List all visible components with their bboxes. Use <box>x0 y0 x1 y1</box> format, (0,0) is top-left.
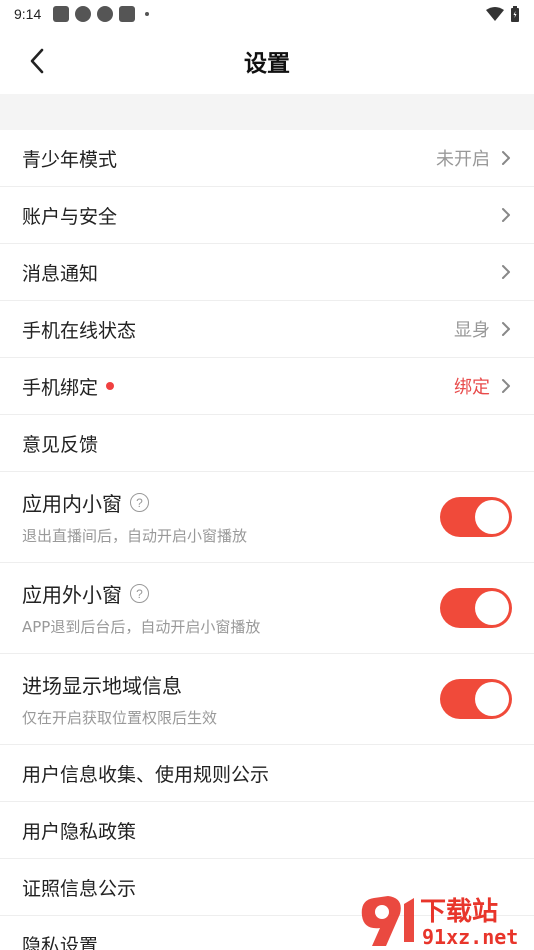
status-time: 9:14 <box>14 6 42 22</box>
setting-title-wrap: 应用内小窗 ? <box>22 488 440 517</box>
setting-row-notifications[interactable]: 消息通知 <box>0 244 534 301</box>
page-title: 设置 <box>244 51 290 77</box>
status-left: 9:14 <box>14 6 150 22</box>
setting-row-online-status[interactable]: 手机在线状态 显身 <box>0 301 534 358</box>
chevron-right-icon <box>500 320 512 338</box>
setting-title-wrap: 进场显示地域信息 <box>22 670 440 699</box>
setting-label: 账户与安全 <box>22 205 118 228</box>
setting-label-wrap: 手机绑定 <box>22 373 454 400</box>
setting-row-phone-binding[interactable]: 手机绑定 绑定 <box>0 358 534 415</box>
setting-label: 手机在线状态 <box>22 319 137 342</box>
setting-label: 用户隐私政策 <box>22 820 137 843</box>
setting-title: 应用外小窗 <box>22 583 122 607</box>
help-icon[interactable]: ? <box>130 584 149 603</box>
more-notifications-icon <box>145 12 150 16</box>
setting-row-show-region: 进场显示地域信息 仅在开启获取位置权限后生效 <box>0 654 534 745</box>
chevron-right-icon <box>500 149 512 167</box>
setting-label: 用户信息收集、使用规则公示 <box>22 763 270 786</box>
watermark-text: 下载站 <box>420 897 498 927</box>
status-bar: 9:14 <box>0 0 534 28</box>
setting-text: 进场显示地域信息 仅在开启获取位置权限后生效 <box>22 670 440 728</box>
back-button[interactable] <box>22 46 52 76</box>
setting-label: 意见反馈 <box>22 433 99 456</box>
setting-label: 手机绑定 <box>22 376 99 399</box>
watermark-url: 91xz.net <box>422 925 518 948</box>
setting-row-in-app-pip: 应用内小窗 ? 退出直播间后，自动开启小窗播放 <box>0 472 534 563</box>
notification-icon <box>75 6 92 22</box>
setting-row-feedback[interactable]: 意见反馈 <box>0 415 534 472</box>
chevron-right-icon <box>500 206 512 224</box>
show-region-toggle[interactable] <box>440 679 512 719</box>
setting-label: 青少年模式 <box>22 148 118 171</box>
setting-row-out-app-pip: 应用外小窗 ? APP退到后台后，自动开启小窗播放 <box>0 563 534 654</box>
setting-text: 应用内小窗 ? 退出直播间后，自动开启小窗播放 <box>22 488 440 546</box>
help-icon[interactable]: ? <box>130 493 149 512</box>
in-app-pip-toggle[interactable] <box>440 497 512 537</box>
setting-description: 仅在开启获取位置权限后生效 <box>22 709 218 727</box>
status-right <box>486 6 520 22</box>
back-arrow-icon <box>30 48 44 74</box>
setting-value: 未开启 <box>436 149 490 170</box>
setting-value: 绑定 <box>454 377 490 398</box>
notification-icon <box>97 6 114 22</box>
toggle-knob <box>475 591 509 625</box>
notification-icon <box>119 6 136 22</box>
setting-row-teen-mode[interactable]: 青少年模式 未开启 <box>0 130 534 187</box>
setting-row-account-security[interactable]: 账户与安全 <box>0 187 534 244</box>
wifi-icon <box>486 7 504 21</box>
chevron-right-icon <box>500 377 512 395</box>
setting-title: 进场显示地域信息 <box>22 674 182 698</box>
toggle-knob <box>475 682 509 716</box>
section-gap <box>0 94 534 130</box>
setting-title: 应用内小窗 <box>22 492 122 516</box>
out-app-pip-toggle[interactable] <box>440 588 512 628</box>
setting-label: 消息通知 <box>22 262 99 285</box>
notification-icon <box>53 6 70 22</box>
toggle-knob <box>475 500 509 534</box>
red-dot-badge <box>106 382 115 390</box>
setting-row-privacy-policy[interactable]: 用户隐私政策 <box>0 802 534 859</box>
setting-value: 显身 <box>454 320 490 341</box>
chevron-right-icon <box>500 263 512 281</box>
watermark-logo: 下载站 91xz.net <box>361 896 518 948</box>
setting-description: 退出直播间后，自动开启小窗播放 <box>22 527 248 545</box>
setting-title-wrap: 应用外小窗 ? <box>22 579 440 608</box>
setting-row-info-collection-rules[interactable]: 用户信息收集、使用规则公示 <box>0 745 534 802</box>
setting-description: APP退到后台后，自动开启小窗播放 <box>22 618 261 636</box>
setting-text: 应用外小窗 ? APP退到后台后，自动开启小窗播放 <box>22 579 440 637</box>
battery-icon <box>511 6 519 22</box>
nav-bar: 设置 <box>0 28 534 94</box>
